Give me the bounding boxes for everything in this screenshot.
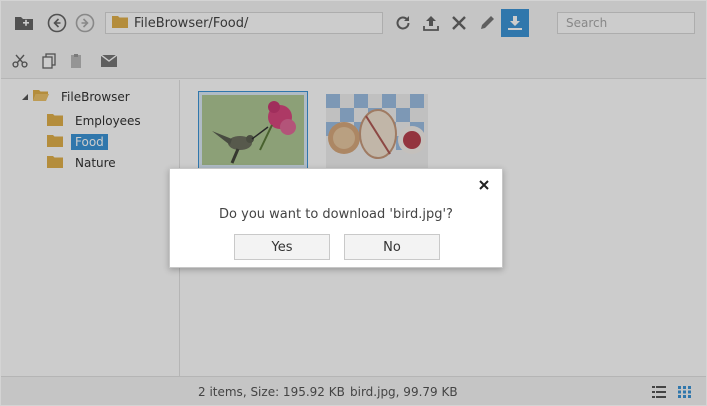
yes-button[interactable]: Yes	[234, 234, 330, 260]
close-icon	[479, 180, 489, 190]
file-browser: FileBrowser/Food/ Search FileBrowser Emp…	[0, 0, 707, 406]
no-button[interactable]: No	[344, 234, 440, 260]
dialog-message: Do you want to download 'bird.jpg'?	[219, 207, 453, 222]
dialog-close-button[interactable]	[476, 177, 492, 193]
download-confirm-dialog: Do you want to download 'bird.jpg'? Yes …	[169, 168, 503, 268]
